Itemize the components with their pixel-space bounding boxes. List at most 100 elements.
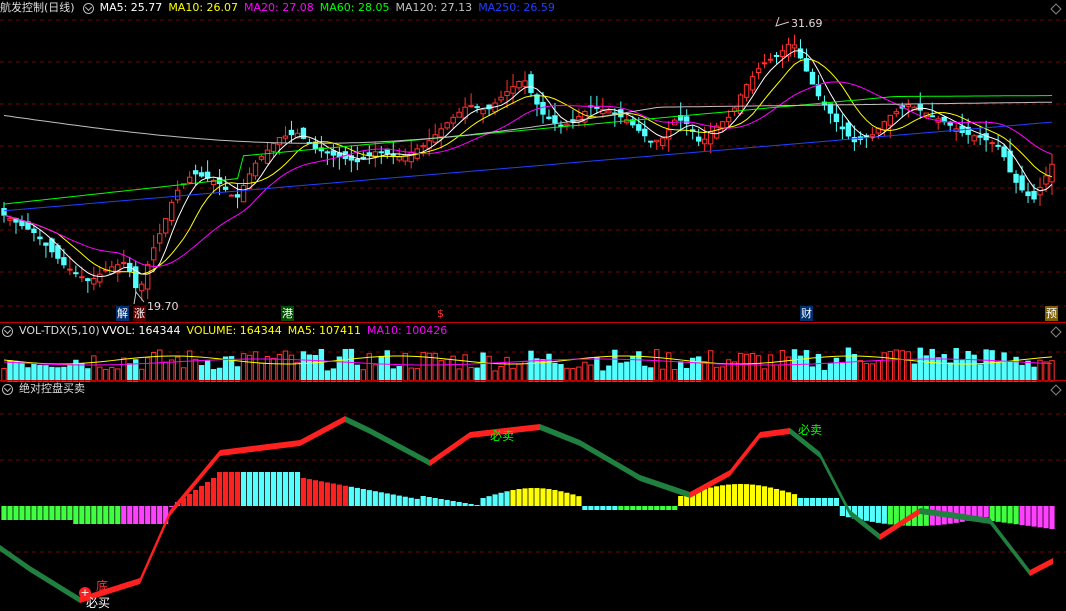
candle-body — [887, 114, 894, 126]
event-mark-dollar[interactable]: $ — [436, 306, 445, 321]
indicator-curve-segment — [300, 416, 345, 446]
indicator-curve-segment — [730, 432, 760, 476]
candle-body — [420, 145, 426, 148]
candle-body — [252, 162, 259, 177]
indicator-bar — [91, 506, 97, 524]
indicator-bar — [19, 506, 25, 520]
indicator-bar — [618, 506, 624, 510]
indicator-bar — [516, 489, 522, 506]
indicator-bar — [893, 506, 899, 526]
event-mark-cai[interactable]: 财 — [800, 306, 813, 321]
volume-bar — [294, 361, 301, 382]
volume-bar — [240, 353, 247, 382]
buy-signal-icon: + — [79, 586, 91, 599]
indicator-bar — [576, 496, 582, 506]
volume-bar — [157, 349, 163, 382]
volume-bar — [1001, 352, 1007, 382]
candle-body — [1025, 191, 1031, 197]
volume-bar — [306, 354, 313, 382]
event-mark-gang[interactable]: 港 — [281, 306, 294, 321]
indicator-bar — [348, 486, 354, 506]
indicator-panel-header: 绝对控盘买卖 — [0, 381, 91, 397]
event-mark-jie[interactable]: 解 — [116, 306, 129, 321]
indicator-bar — [312, 480, 319, 506]
volume-bar — [204, 359, 211, 382]
indicator-bar — [444, 500, 450, 506]
volume-bar — [612, 349, 618, 382]
indicator-bar — [49, 506, 55, 520]
indicator-bar — [396, 495, 402, 506]
volume-bar — [809, 366, 816, 382]
candle-body — [324, 151, 331, 154]
volume-bar — [145, 357, 151, 382]
indicator-bar — [360, 489, 366, 506]
expand-icon[interactable] — [2, 383, 13, 395]
indicator-bar — [384, 493, 390, 506]
candle-body — [648, 140, 654, 143]
indicator-bar — [773, 488, 780, 506]
expand-icon[interactable] — [2, 325, 13, 337]
candle-body — [701, 138, 708, 145]
indicator-bar — [240, 472, 247, 506]
volume-bar — [618, 362, 624, 382]
indicator-bar — [438, 499, 444, 506]
candle-body — [755, 68, 762, 73]
indicator-bar — [432, 498, 438, 506]
volume-bar — [1025, 360, 1031, 382]
indicator-bar — [803, 498, 810, 506]
candle-body — [468, 104, 474, 107]
volume-bar — [276, 353, 283, 382]
volume-bar — [342, 349, 349, 382]
indicator-bar — [426, 497, 432, 506]
volume-bar — [522, 361, 528, 382]
indicator-bar — [564, 492, 570, 506]
candle-body — [1019, 175, 1025, 191]
volume-bar — [989, 350, 995, 382]
indicator-bar — [145, 506, 151, 524]
indicator-bar — [216, 472, 223, 506]
indicator-bar — [815, 498, 822, 506]
candle-body — [881, 121, 888, 131]
ma120-line — [3, 101, 1053, 144]
candle-body — [121, 262, 127, 265]
indicator-bar — [1025, 506, 1031, 526]
volume-bar — [899, 350, 905, 382]
indicator-bar — [354, 487, 360, 506]
indicator-curve-segment — [580, 440, 640, 481]
candle-body — [145, 264, 151, 290]
volume-legend-item-2: MA5: 107411 — [287, 324, 362, 337]
event-mark-zhang[interactable]: 涨 — [133, 306, 146, 321]
volume-bar — [863, 363, 870, 382]
indicator-bar — [708, 487, 714, 506]
volume-bar — [1007, 361, 1013, 382]
candle-body — [1013, 173, 1019, 183]
candle-body — [534, 94, 540, 105]
volume-bar — [552, 362, 558, 382]
indicator-bar — [492, 494, 498, 506]
volume-bar — [606, 365, 612, 382]
indicator-bar — [869, 506, 875, 522]
expand-icon[interactable] — [82, 2, 94, 14]
volume-legend-item-3: MA10: 100426 — [367, 324, 448, 337]
indicator-bar — [79, 506, 85, 524]
volume-bar — [851, 353, 858, 382]
candle-body — [767, 58, 774, 61]
candle-body — [390, 153, 396, 156]
indicator-bar — [612, 506, 618, 510]
indicator-bar — [450, 501, 456, 506]
volume-bar — [133, 359, 139, 382]
indicator-curve-segment — [640, 475, 690, 498]
indicator-bar — [510, 490, 516, 506]
indicator-bar — [821, 498, 828, 506]
event-mark-yu[interactable]: 预 — [1045, 306, 1058, 321]
indicator-bar — [55, 506, 61, 520]
indicator-bar — [743, 484, 750, 506]
candle-body — [1049, 163, 1055, 183]
indicator-bar — [797, 498, 804, 506]
volume-bar — [318, 348, 325, 382]
volume-bar — [348, 348, 355, 382]
indicator-bar — [809, 498, 816, 506]
indicator-curve-segment — [990, 518, 1030, 576]
indicator-curve-segment — [0, 545, 30, 572]
candle-body — [791, 44, 798, 49]
